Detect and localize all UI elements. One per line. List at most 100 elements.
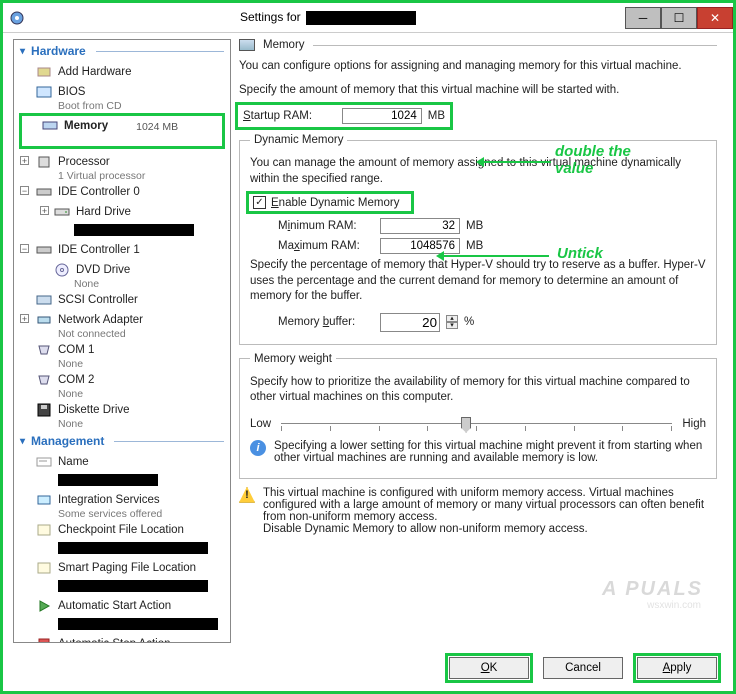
min-ram-label: Minimum RAM: (278, 220, 374, 232)
bios-icon (36, 84, 52, 100)
smart-paging-icon (36, 560, 52, 576)
minimize-button[interactable]: ─ (625, 7, 661, 29)
add-hardware-icon (36, 64, 52, 80)
controller-icon (36, 242, 52, 258)
intro-text: You can configure options for assigning … (239, 59, 717, 75)
controller-icon (36, 184, 52, 200)
startup-ram-row: SStartup RAM:tartup RAM: MB (239, 106, 449, 126)
enable-dynamic-row: ✓ Enable Dynamic Memory (250, 195, 410, 210)
enable-dynamic-checkbox[interactable]: ✓ (253, 196, 266, 209)
redacted-drive-path (74, 224, 194, 236)
com-port-icon (36, 372, 52, 388)
buffer-spinner[interactable]: ▴▾ (446, 315, 458, 329)
warning-icon: ! (239, 487, 255, 503)
startup-ram-input[interactable] (342, 108, 422, 124)
buffer-input[interactable] (380, 313, 440, 332)
minus-icon[interactable]: − (20, 186, 29, 195)
tree-add-hardware[interactable]: Add Hardware (14, 62, 230, 82)
tree-memory-selected[interactable]: Memory 1024 MB (20, 114, 224, 148)
tree-mgmt-checkpoint[interactable]: Checkpoint File Location (14, 520, 230, 540)
memory-settings-panel: Memory You can configure options for ass… (239, 39, 723, 643)
autostop-icon (36, 636, 52, 643)
annotation-untick: Untick (557, 245, 603, 262)
buffer-row: Memory buffer: ▴▾ % (278, 313, 706, 332)
tree-hard-drive[interactable]: + Hard Drive (14, 202, 230, 222)
settings-icon (9, 10, 25, 26)
watermark-site: wsxwin.com (647, 600, 701, 611)
checkpoint-icon (36, 522, 52, 538)
tree-com2[interactable]: COM 2 (14, 370, 230, 390)
max-ram-label: Maximum RAM: (278, 240, 374, 252)
tree-dvd[interactable]: DVD Drive (14, 260, 230, 280)
tree-mgmt-smart[interactable]: Smart Paging File Location (14, 558, 230, 578)
tree-ide1[interactable]: − IDE Controller 1 (14, 240, 230, 260)
tree-scsi[interactable]: SCSI Controller (14, 290, 230, 310)
tree-com1[interactable]: COM 1 (14, 340, 230, 360)
annotation-double: double thevalue (555, 143, 631, 177)
redacted-vm-name (306, 11, 416, 25)
expand-icon: ▾ (20, 436, 25, 447)
min-ram-row: Minimum RAM: MB (278, 218, 706, 234)
weight-legend: Memory weight (250, 353, 336, 365)
com-port-icon (36, 342, 52, 358)
ok-button[interactable]: OK (449, 657, 529, 679)
plus-icon[interactable]: + (20, 156, 29, 165)
scsi-icon (36, 292, 52, 308)
hdd-icon (54, 204, 70, 220)
info-text: Specifying a lower setting for this virt… (274, 440, 706, 464)
buffer-label: Memory buffer: (278, 316, 374, 328)
apply-button[interactable]: Apply (637, 657, 717, 679)
max-ram-row: Maximum RAM: MB (278, 238, 706, 254)
arrow-annotation (439, 255, 549, 257)
tree-mgmt-name[interactable]: Name (14, 452, 230, 472)
name-icon (36, 454, 52, 470)
redacted-path (58, 580, 208, 592)
warning-row: ! This virtual machine is configured wit… (239, 487, 717, 535)
panel-header: Memory (263, 39, 305, 51)
autostart-icon (36, 598, 52, 614)
tree-mgmt-integration[interactable]: Integration Services (14, 490, 230, 510)
memory-icon (239, 39, 255, 51)
memory-icon (42, 118, 58, 134)
max-ram-input[interactable] (380, 238, 460, 254)
hardware-section[interactable]: ▾ Hardware (14, 40, 230, 62)
nav-tree[interactable]: ▾ Hardware Add Hardware BIOS Boot from C… (13, 39, 231, 643)
buffer-intro: Specify the percentage of memory that Hy… (250, 258, 706, 305)
tree-diskette[interactable]: Diskette Drive (14, 400, 230, 420)
tree-processor[interactable]: + Processor (14, 152, 230, 172)
redacted-action (58, 618, 218, 630)
plus-icon[interactable]: + (40, 206, 49, 215)
min-ram-input[interactable] (380, 218, 460, 234)
network-icon (36, 312, 52, 328)
diskette-icon (36, 402, 52, 418)
dvd-icon (54, 262, 70, 278)
cpu-icon (36, 154, 52, 170)
warning-text: This virtual machine is configured with … (263, 487, 717, 535)
redacted-path (58, 542, 208, 554)
plus-icon[interactable]: + (20, 314, 29, 323)
info-icon: i (250, 440, 266, 456)
expand-icon: ▾ (20, 46, 25, 57)
enable-dynamic-label: Enable Dynamic Memory (271, 197, 399, 209)
tree-mgmt-autostop[interactable]: Automatic Stop Action (14, 634, 230, 643)
weight-slider[interactable] (281, 414, 672, 434)
startup-ram-label: SStartup RAM:tartup RAM: (243, 110, 336, 122)
close-button[interactable]: ✕ (697, 7, 733, 29)
startup-text: Specify the amount of memory that this v… (239, 83, 717, 99)
window-title: Settings for (31, 10, 625, 25)
tree-mgmt-autostart[interactable]: Automatic Start Action (14, 596, 230, 616)
high-label: High (682, 418, 706, 430)
cancel-button[interactable]: Cancel (543, 657, 623, 679)
maximize-button[interactable]: ☐ (661, 7, 697, 29)
tree-ide0[interactable]: − IDE Controller 0 (14, 182, 230, 202)
minus-icon[interactable]: − (20, 244, 29, 253)
low-label: Low (250, 418, 271, 430)
management-section[interactable]: ▾ Management (14, 430, 230, 452)
title-bar: Settings for ─ ☐ ✕ (3, 3, 733, 33)
arrow-annotation (479, 161, 551, 163)
memory-weight-group: Memory weight Specify how to prioritize … (239, 353, 717, 479)
tree-network[interactable]: + Network Adapter (14, 310, 230, 330)
tree-bios[interactable]: BIOS (14, 82, 230, 102)
weight-intro: Specify how to prioritize the availabili… (250, 375, 706, 406)
dynamic-memory-legend: Dynamic Memory (250, 134, 347, 146)
